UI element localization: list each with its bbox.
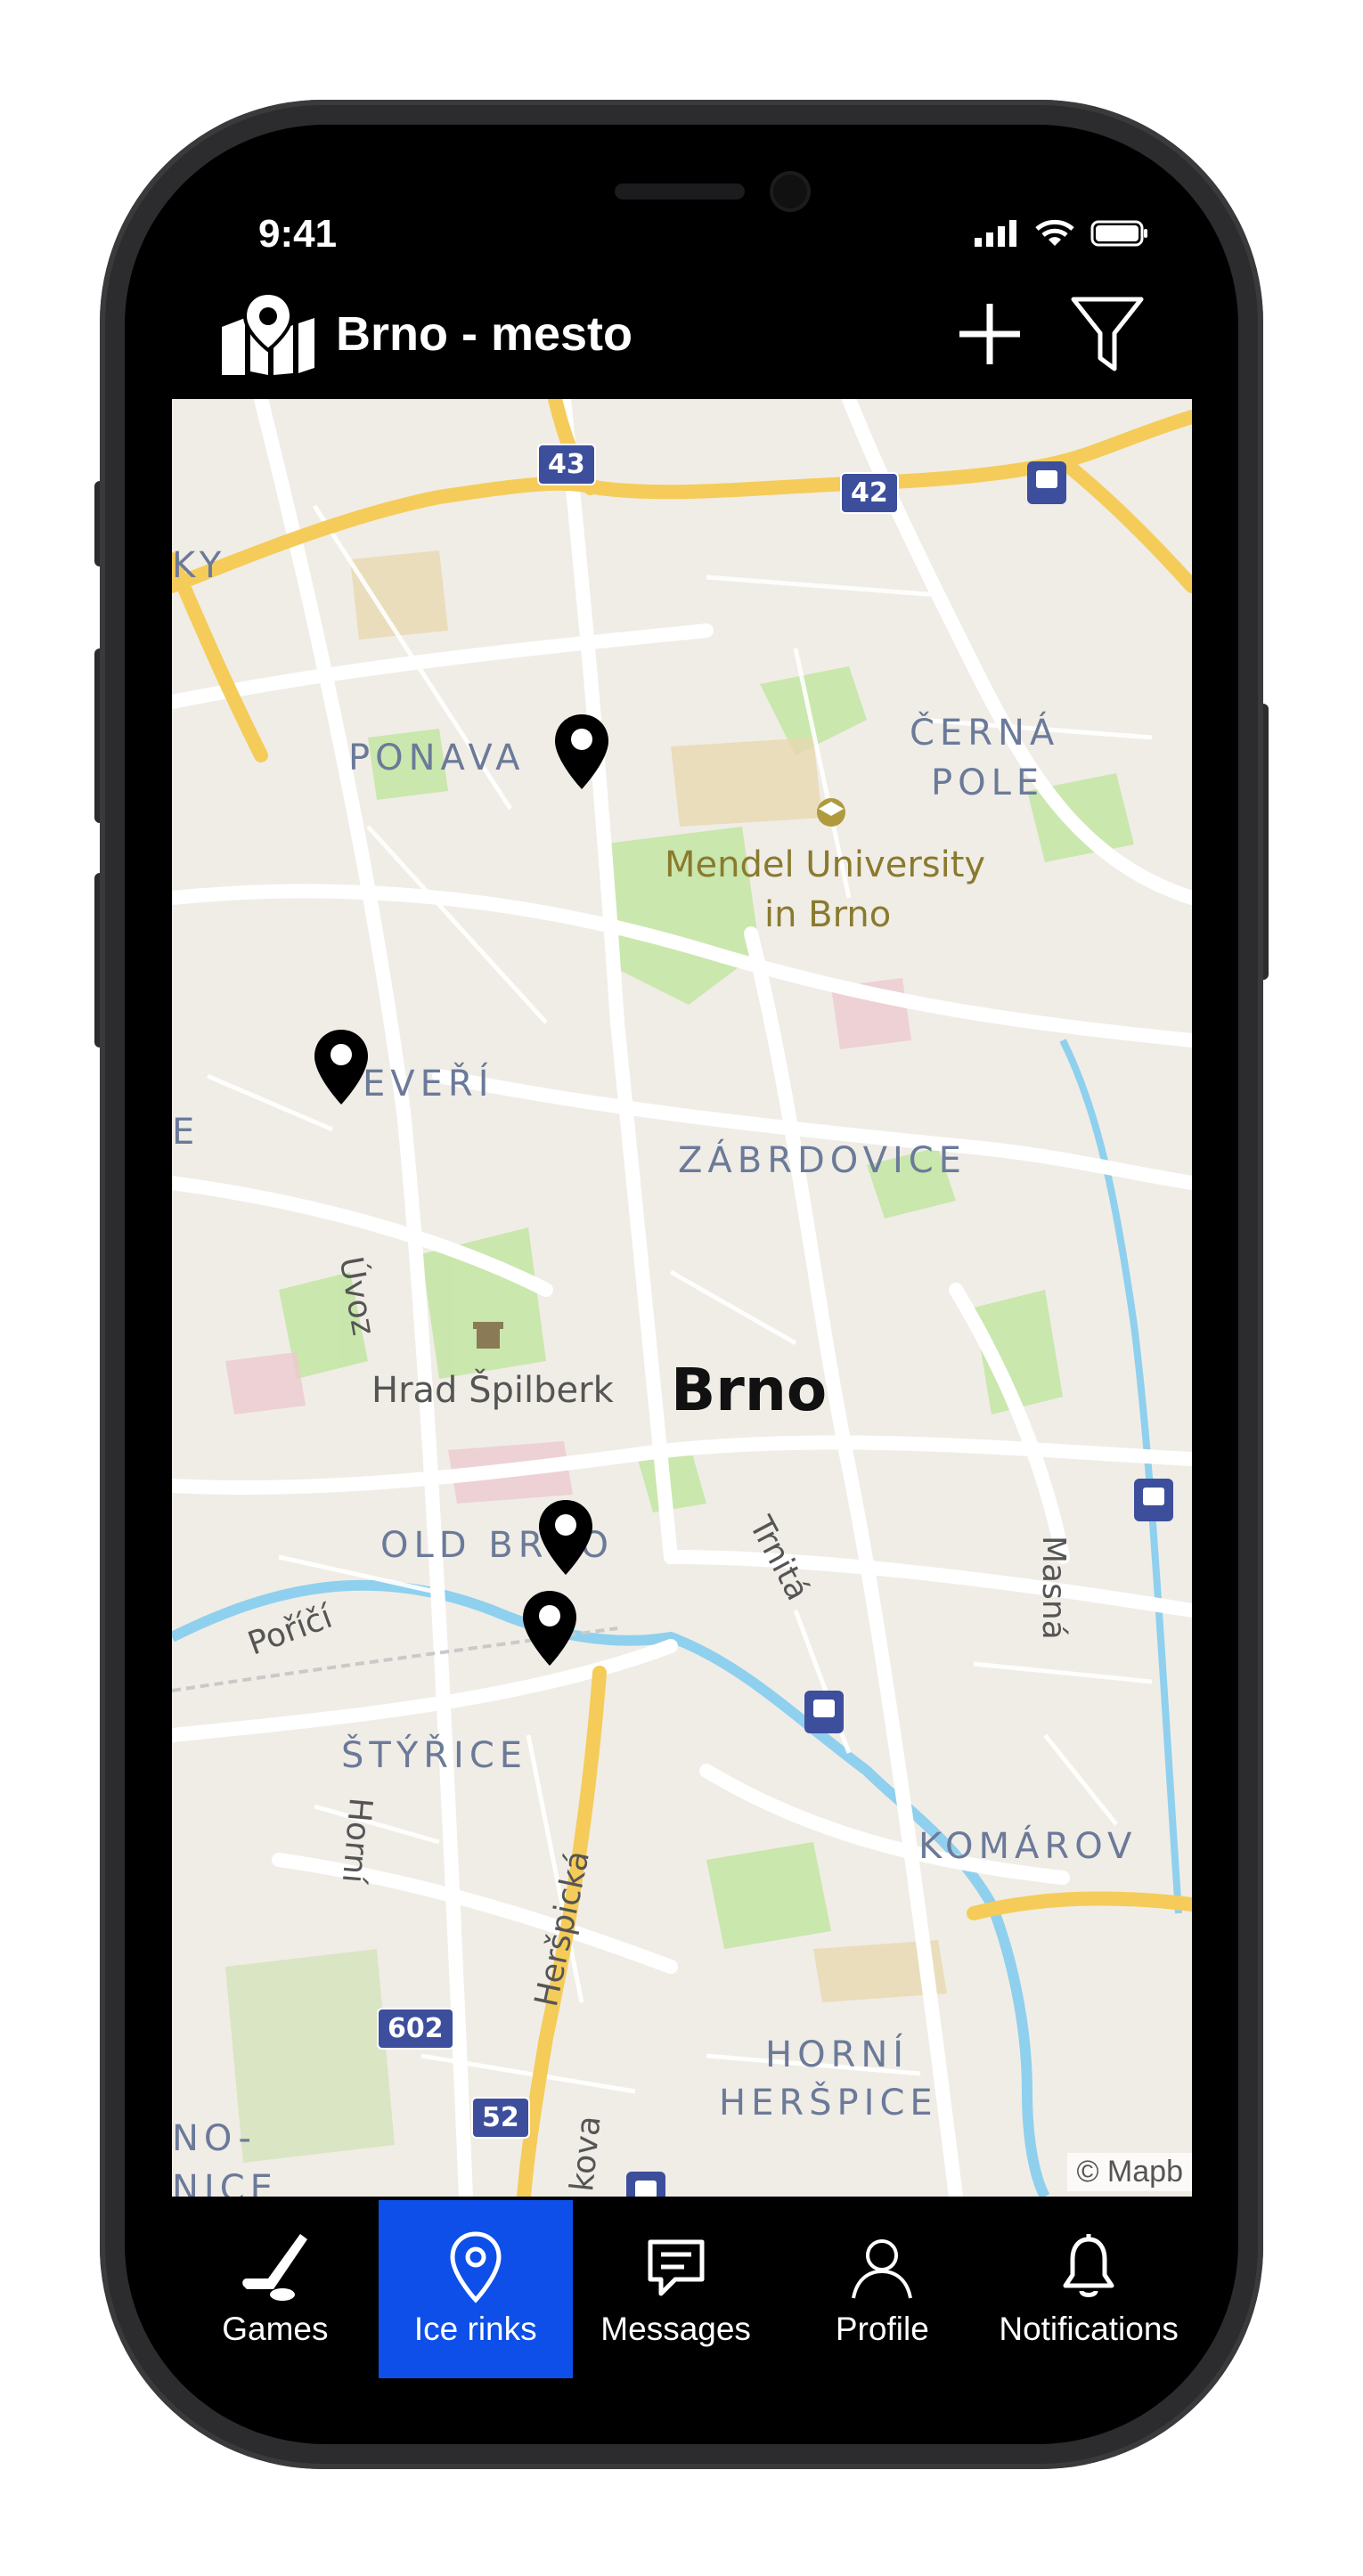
road-shield-52: 52 xyxy=(471,2097,530,2139)
map-label-pole: POLE xyxy=(931,762,1045,803)
road-shield-43: 43 xyxy=(537,444,596,485)
road-shield-602: 602 xyxy=(377,2008,454,2050)
tab-games[interactable]: Games xyxy=(172,2200,379,2378)
page-title: Brno - mesto xyxy=(336,307,633,361)
wifi-icon xyxy=(1035,219,1074,246)
map-base xyxy=(172,399,1192,2197)
map-label-edge-ky: KY xyxy=(172,545,227,586)
tab-label: Notifications xyxy=(999,2311,1179,2347)
tab-label: Messages xyxy=(600,2311,751,2347)
map-label-edge-e: E xyxy=(172,1112,200,1153)
front-camera xyxy=(773,175,807,208)
signal-icon xyxy=(975,220,1016,247)
location-pin-icon xyxy=(450,2231,502,2303)
bell-icon xyxy=(1063,2234,1114,2297)
ice-rink-pin[interactable] xyxy=(537,1498,594,1577)
map-location-icon xyxy=(222,291,314,375)
road-shield-42: 42 xyxy=(840,472,899,514)
tab-label: Ice rinks xyxy=(413,2311,537,2347)
map-label-cerna: ČERNÁ xyxy=(910,713,1060,754)
university-icon xyxy=(817,798,845,827)
map-label-herspice: HERŠPICE xyxy=(719,2083,938,2124)
map-label-zabrdovice: ZÁBRDOVICE xyxy=(678,1140,967,1181)
map-label-veveri: EVEŘÍ xyxy=(363,1064,494,1105)
ice-rink-pin[interactable] xyxy=(521,1589,578,1667)
map-label-ponava: PONAVA xyxy=(348,738,526,779)
map-label-brno: Brno xyxy=(671,1356,828,1424)
map-label-edge-nice: NICE xyxy=(172,2168,278,2197)
tab-label: Games xyxy=(222,2311,329,2347)
map-view[interactable]: 43 42 602 52 KY PONAVA ČERNÁ POLE Mendel… xyxy=(172,399,1192,2197)
ice-rink-pin[interactable] xyxy=(553,713,610,791)
map-label-edge-no: NO- xyxy=(172,2118,257,2159)
speaker xyxy=(615,183,745,200)
map-label-mendel-1: Mendel University xyxy=(665,844,986,885)
filter-button[interactable] xyxy=(1070,294,1145,374)
app-header: Brno - mesto xyxy=(218,285,1145,383)
status-icons xyxy=(975,219,1149,248)
add-button[interactable] xyxy=(954,298,1025,370)
ice-rink-pin[interactable] xyxy=(313,1028,370,1106)
tab-profile[interactable]: Profile xyxy=(779,2200,986,2378)
status-time: 9:41 xyxy=(258,212,338,256)
castle-icon xyxy=(473,1322,503,1349)
map-label-spilberk: Hrad Špilberk xyxy=(371,1370,614,1411)
message-icon xyxy=(648,2239,705,2296)
hockey-stick-icon xyxy=(242,2234,307,2301)
tab-bar: Games Ice rinks Messages Profile Notific… xyxy=(172,2200,1192,2378)
map-label-mendel-2: in Brno xyxy=(764,894,892,935)
map-label-komarov: KOMÁROV xyxy=(918,1826,1138,1867)
tab-ice-rinks[interactable]: Ice rinks xyxy=(378,2200,573,2378)
battery-icon xyxy=(1090,220,1147,247)
tab-label: Profile xyxy=(835,2311,929,2347)
map-label-horni-street: Horní xyxy=(334,1796,379,1885)
user-icon xyxy=(852,2239,913,2299)
map-label-horni: HORNÍ xyxy=(765,2034,910,2075)
tab-notifications[interactable]: Notifications xyxy=(985,2200,1192,2378)
map-attribution[interactable]: © Mapb xyxy=(1067,2153,1192,2191)
map-label-styrice: ŠTÝŘICE xyxy=(341,1735,528,1776)
map-label-masna: Masná xyxy=(1035,1536,1072,1640)
tab-messages[interactable]: Messages xyxy=(573,2200,779,2378)
